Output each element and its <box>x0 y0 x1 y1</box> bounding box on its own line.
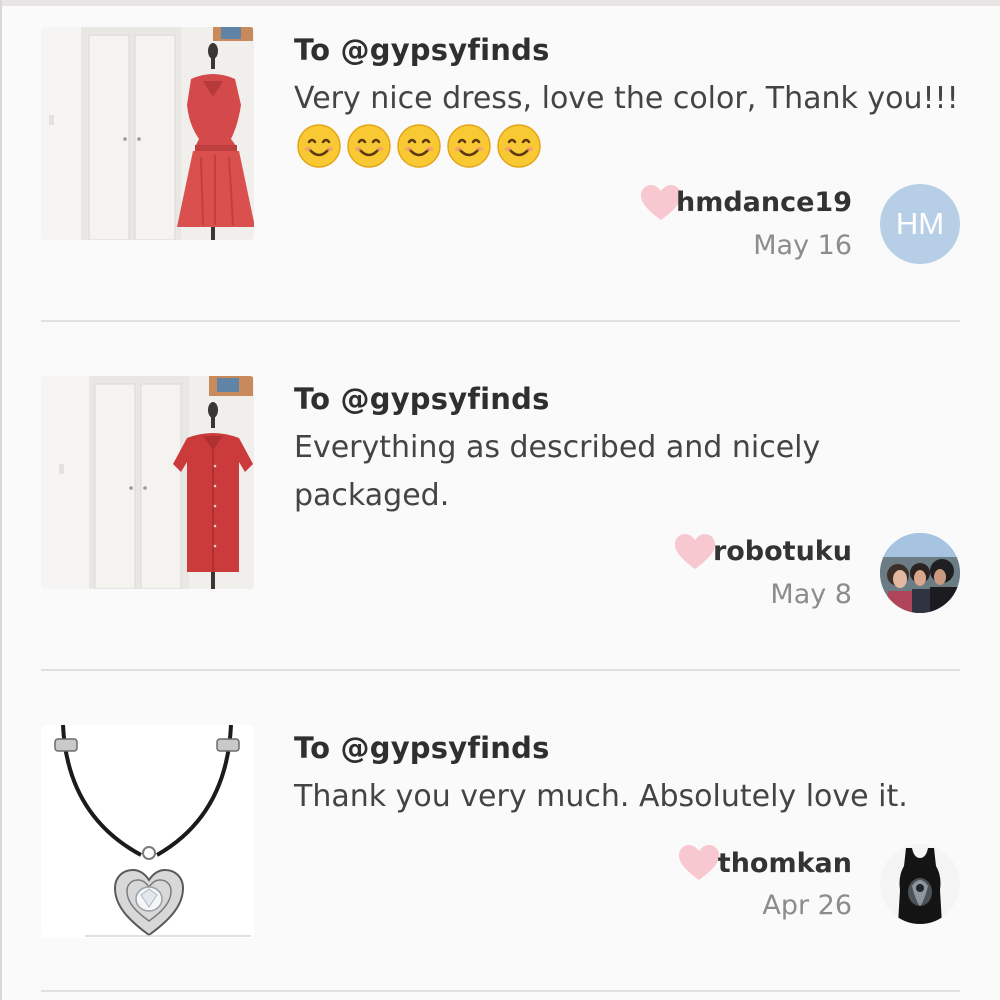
smiling-face-icon <box>347 124 391 168</box>
note-text-block: To @gypsyfinds Everything as described a… <box>294 379 974 520</box>
smiling-face-icon <box>397 124 441 168</box>
love-notes-feed: To @gypsyfinds Very nice dress, love the… <box>0 0 1000 1000</box>
smiling-face-icon <box>297 124 341 168</box>
note-date: Apr 26 <box>762 890 852 921</box>
red-shirt-dress-photo <box>41 376 254 589</box>
note-message: Very nice dress, love the color, Thank y… <box>294 75 974 184</box>
heart-icon <box>675 534 715 569</box>
recipient-label[interactable]: To @gypsyfinds <box>294 379 974 419</box>
note-text-block: To @gypsyfinds Thank you very much. Abso… <box>294 728 974 821</box>
divider <box>41 669 960 671</box>
divider <box>41 990 960 992</box>
author-avatar[interactable]: HM <box>880 184 960 264</box>
heart-necklace-photo <box>41 725 254 938</box>
recipient-label[interactable]: To @gypsyfinds <box>294 728 974 768</box>
love-note-item: To @gypsyfinds Everything as described a… <box>0 349 1000 698</box>
note-date: May 8 <box>770 579 852 610</box>
smiling-face-icon <box>497 124 541 168</box>
author-avatar[interactable] <box>880 533 960 613</box>
author-username[interactable]: robotuku <box>713 536 852 568</box>
item-thumbnail[interactable] <box>41 27 254 240</box>
note-date: May 16 <box>753 230 852 261</box>
group-photo-avatar <box>880 533 960 613</box>
note-text-block: To @gypsyfinds Very nice dress, love the… <box>294 30 974 184</box>
smiling-face-icon <box>447 124 491 168</box>
note-message-text: Very nice dress, love the color, Thank y… <box>294 81 959 116</box>
love-note-item: To @gypsyfinds Very nice dress, love the… <box>0 0 1000 349</box>
item-thumbnail[interactable] <box>41 725 254 938</box>
note-message-text: Everything as described and nicely packa… <box>294 430 821 513</box>
author-username[interactable]: thomkan <box>718 848 852 880</box>
emoji-row <box>296 123 546 184</box>
heart-icon <box>679 845 719 880</box>
author-username[interactable]: hmdance19 <box>676 187 852 219</box>
red-dress-photo <box>41 27 254 240</box>
note-message-text: Thank you very much. Absolutely love it. <box>294 779 908 814</box>
divider <box>41 320 960 322</box>
recipient-label[interactable]: To @gypsyfinds <box>294 30 974 70</box>
black-tank-top-avatar <box>880 844 960 924</box>
love-note-item: To @gypsyfinds Thank you very much. Abso… <box>0 698 1000 1000</box>
item-thumbnail[interactable] <box>41 376 254 589</box>
author-avatar[interactable] <box>880 844 960 924</box>
